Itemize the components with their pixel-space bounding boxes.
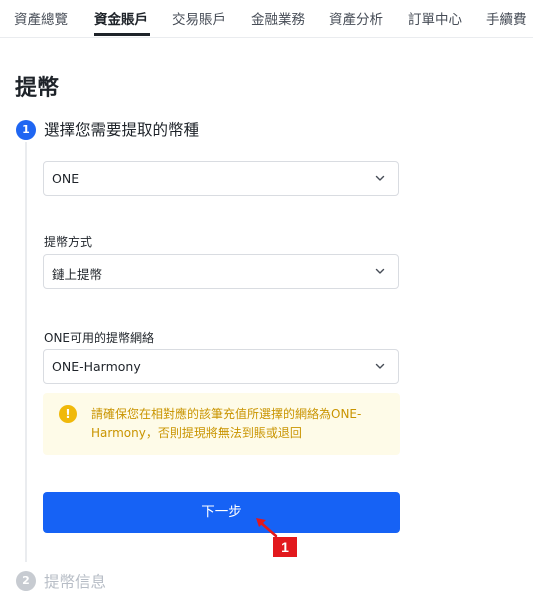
tab-asset-analysis[interactable]: 資產分析 — [329, 8, 383, 28]
warning-text: 請確保您在相對應的該筆充值所選擇的網絡為ONE-Harmony，否則提現將無法到… — [91, 407, 362, 440]
page-title: 提幣 — [15, 76, 60, 101]
chevron-down-icon — [375, 268, 385, 274]
chevron-down-icon — [375, 363, 385, 369]
network-label: ONE可用的提幣網絡 — [44, 331, 155, 345]
withdraw-method-select[interactable]: 鏈上提幣 — [43, 254, 399, 289]
tab-order-center[interactable]: 訂單中心 — [408, 8, 462, 28]
step-2-badge: 2 — [16, 571, 36, 591]
annotation-marker: 1 — [273, 537, 297, 557]
coin-select[interactable]: ONE — [43, 161, 399, 196]
withdraw-method-label: 提幣方式 — [44, 235, 93, 249]
tab-fees[interactable]: 手續費 — [486, 8, 527, 28]
coin-select-value: ONE — [52, 171, 80, 186]
step-2-title: 提幣信息 — [44, 573, 107, 591]
network-select-value: ONE-Harmony — [52, 359, 141, 374]
next-step-button[interactable]: 下一步 — [43, 492, 400, 533]
withdraw-method-value: 鏈上提幣 — [52, 267, 103, 282]
chevron-down-icon — [375, 175, 385, 181]
step-1-title: 選擇您需要提取的幣種 — [44, 121, 200, 139]
network-select[interactable]: ONE-Harmony — [43, 349, 399, 384]
tab-financial-services[interactable]: 金融業務 — [251, 8, 305, 28]
next-step-label: 下一步 — [201, 504, 242, 520]
warning-icon: ! — [59, 405, 77, 423]
step-connector-line — [25, 142, 27, 562]
network-warning-notice: ! 請確保您在相對應的該筆充值所選擇的網絡為ONE-Harmony，否則提現將無… — [43, 393, 400, 455]
tab-trading-account[interactable]: 交易賬戶 — [172, 8, 226, 28]
tab-asset-overview[interactable]: 資產總覽 — [14, 8, 68, 28]
tab-funding-account[interactable]: 資金賬戶 — [94, 8, 148, 28]
active-tab-indicator — [94, 33, 150, 36]
step-1-badge: 1 — [16, 120, 36, 140]
top-nav: 資產總覽 資金賬戶 交易賬戶 金融業務 資產分析 訂單中心 手續費 — [0, 0, 533, 38]
